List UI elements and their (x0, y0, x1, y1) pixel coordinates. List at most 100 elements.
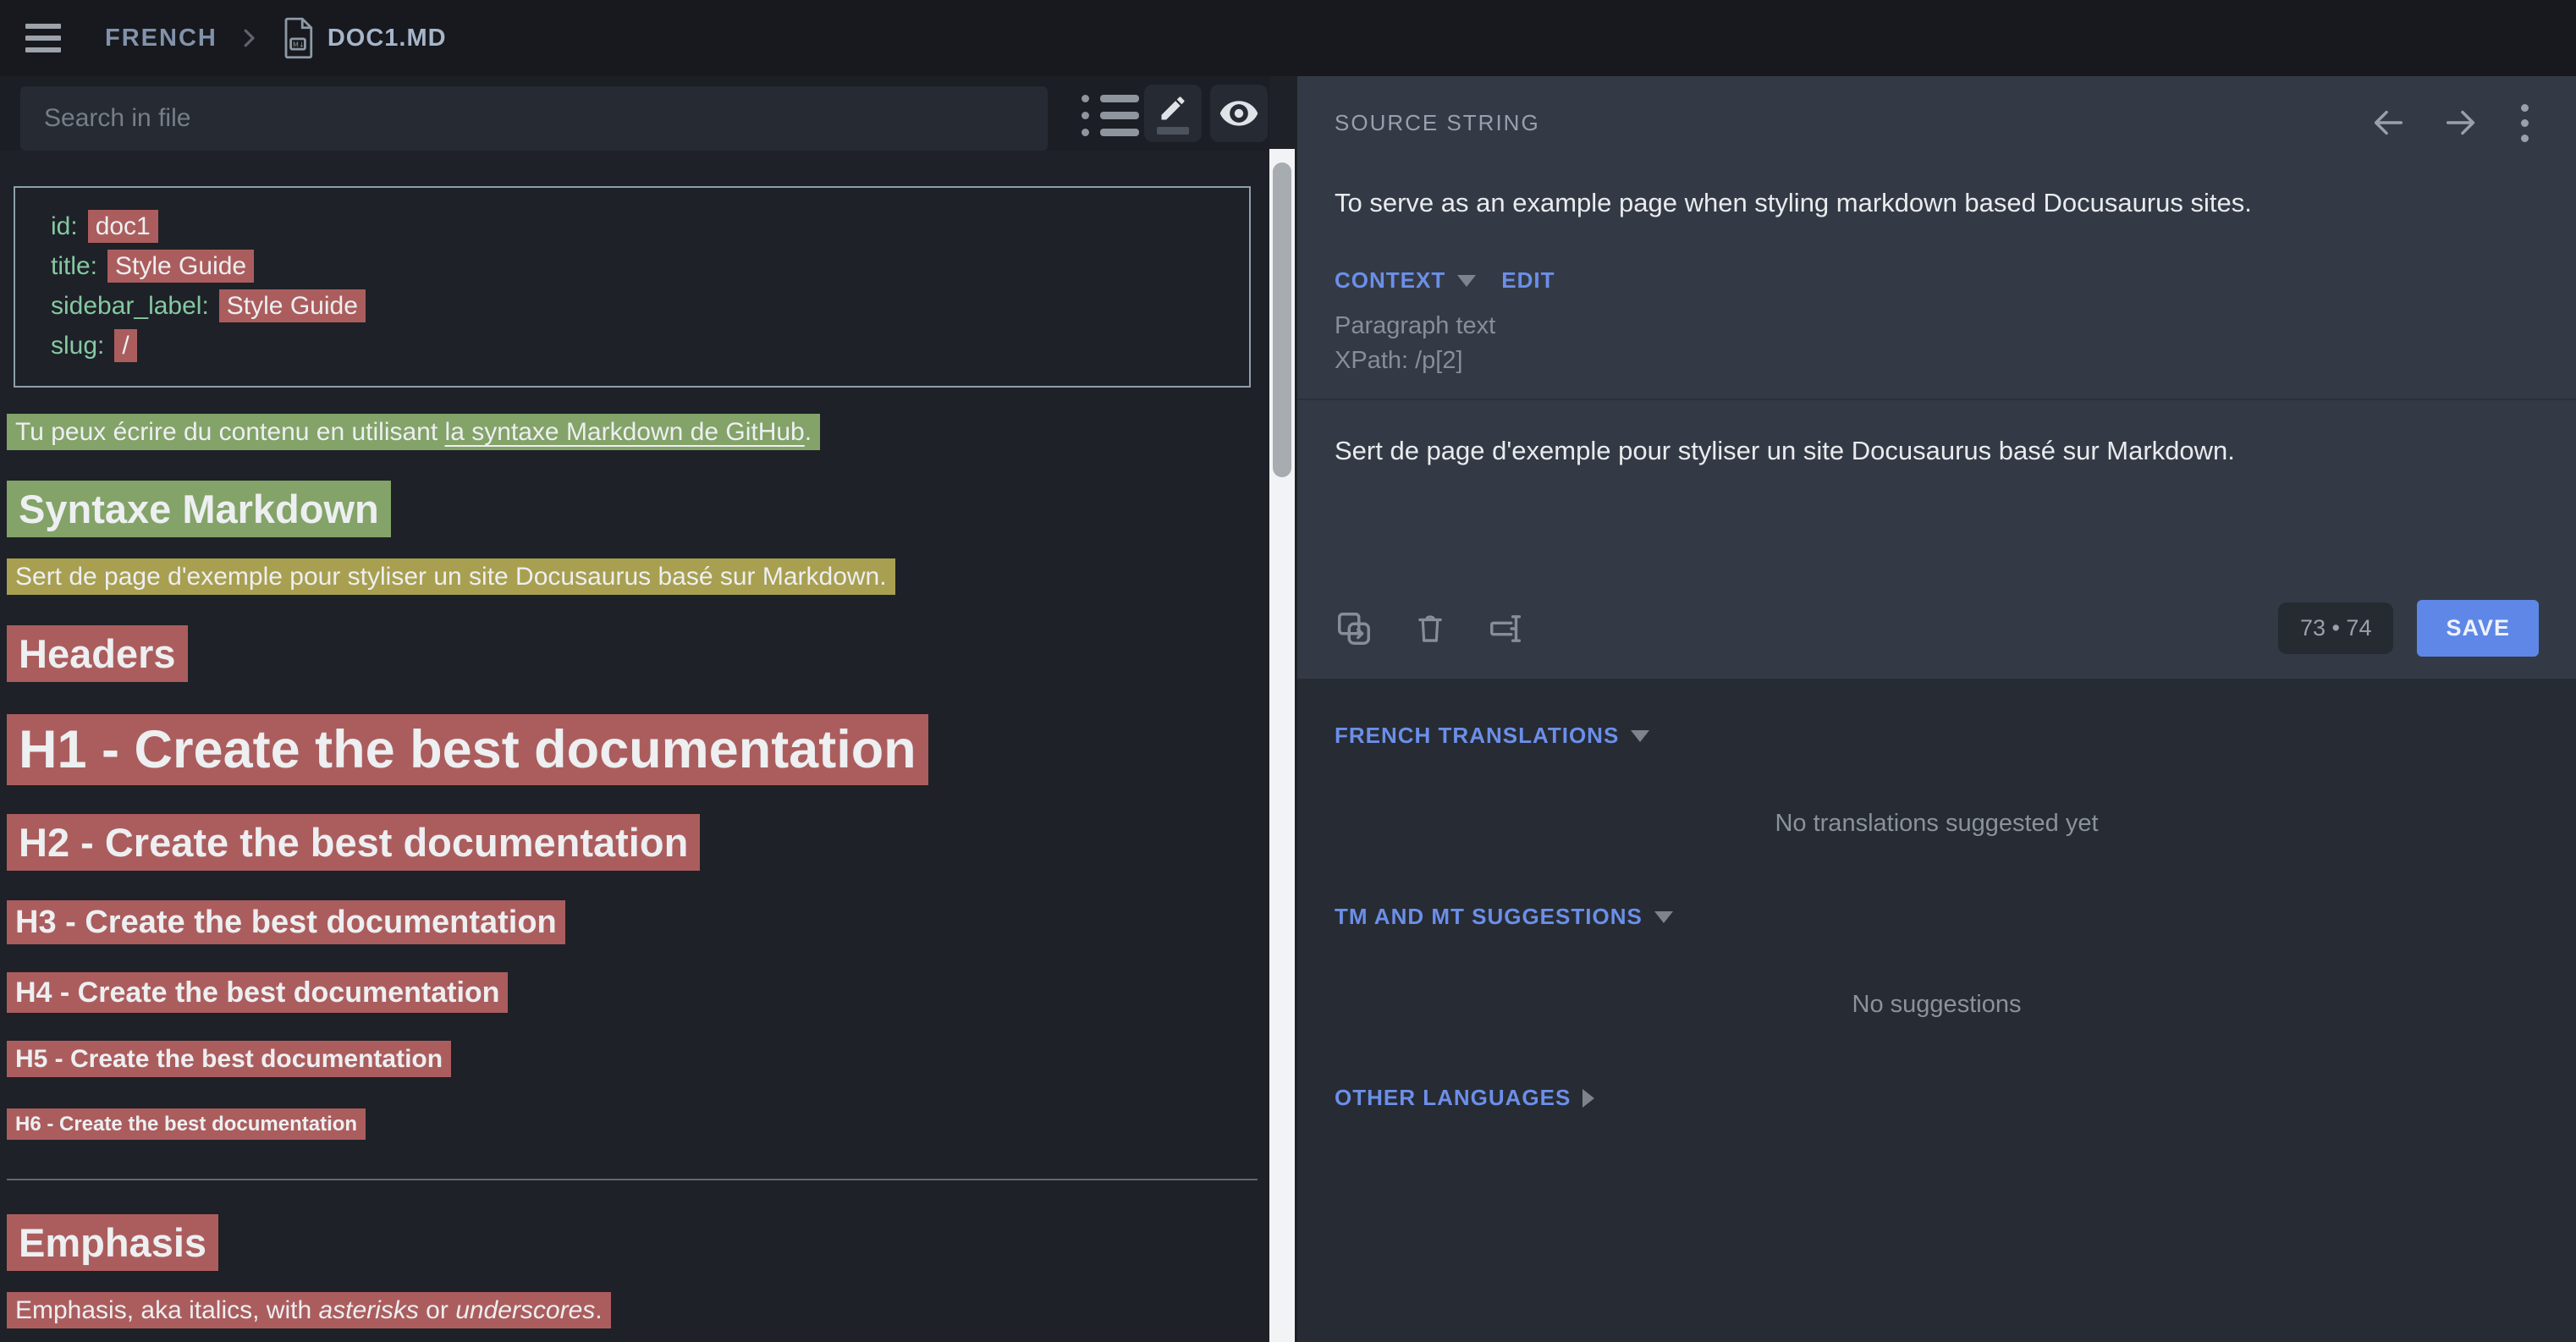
emphasis-text: . (595, 1296, 602, 1324)
string-navigation (2369, 103, 2535, 142)
toolbar-right: 73 • 74 SAVE (2278, 600, 2539, 657)
doc-heading-h6: H6 - Create the best documentation (7, 1113, 1269, 1136)
editor-tool-icons (1335, 609, 1526, 648)
search-input[interactable] (20, 86, 1048, 151)
source-string-text: To serve as an example page when styling… (1335, 188, 2539, 218)
delete-translation-icon[interactable] (1412, 609, 1448, 648)
frontmatter-value-string[interactable]: / (114, 329, 136, 362)
editor-toolbar: 73 • 74 SAVE (1335, 600, 2539, 657)
frontmatter-key: title: (51, 252, 97, 280)
emphasis-text: or (419, 1296, 455, 1324)
menu-icon[interactable] (25, 24, 61, 52)
frontmatter-value-string[interactable]: doc1 (88, 210, 158, 243)
doc-paragraph-emphasis: Emphasis, aka italics, with asterisks or… (7, 1296, 1269, 1325)
translatable-string[interactable]: Tu peux écrire du contenu en utilisant l… (7, 414, 820, 450)
frontmatter-line: title: Style Guide (51, 246, 1229, 286)
italic-word: asterisks (318, 1296, 418, 1324)
translatable-string[interactable]: H2 - Create the best documentation (7, 814, 700, 871)
document-panel: id: doc1 title: Style Guide sidebar_label:… (0, 76, 1269, 1342)
more-options-icon[interactable] (2514, 104, 2535, 142)
svg-text:M↓: M↓ (293, 41, 305, 49)
top-bar: FRENCH M↓ DOC1.MD (0, 0, 2576, 76)
translatable-string[interactable]: H3 - Create the best documentation (7, 900, 565, 944)
insert-text-field-icon[interactable] (1487, 609, 1526, 648)
frontmatter-key: id: (51, 212, 78, 240)
emphasis-text: Emphasis, aka italics, with (15, 1296, 318, 1324)
italic-word: underscores (455, 1296, 595, 1324)
frontmatter-block: id: doc1 title: Style Guide sidebar_label:… (14, 186, 1251, 388)
doc-heading-headers: Headers (7, 630, 1269, 677)
preview-mode-button[interactable] (1210, 85, 1268, 142)
translation-editor[interactable]: Sert de page d'exemple pour styliser un … (1335, 436, 2539, 466)
context-type-text: Paragraph text (1335, 312, 2539, 340)
editor-divider (1297, 399, 2576, 400)
pencil-icon (1156, 93, 1190, 124)
chevron-right-icon (236, 25, 261, 51)
doc-heading-h4: H4 - Create the best documentation (7, 976, 1269, 1009)
selected-translatable-string[interactable]: Sert de page d'exemple pour styliser un … (7, 558, 895, 595)
translations-empty-text: No translations suggested yet (1297, 810, 2576, 838)
translatable-string[interactable]: H5 - Create the best documentation (7, 1041, 451, 1077)
context-toggle[interactable]: CONTEXT (1335, 267, 1445, 294)
eye-icon (1218, 92, 1260, 135)
doc-heading-syntax: Syntaxe Markdown (7, 486, 1269, 532)
doc-horizontal-rule (7, 1179, 1258, 1180)
doc-paragraph-selected: Sert de page d'exemple pour styliser un … (7, 563, 1269, 591)
doc-heading-h5: H5 - Create the best documentation (7, 1045, 1269, 1074)
save-button[interactable]: SAVE (2417, 600, 2539, 657)
doc-heading-h1: H1 - Create the best documentation (7, 719, 1269, 780)
frontmatter-value-string[interactable]: Style Guide (107, 250, 254, 283)
suggestions-area: FRENCH TRANSLATIONS No translations sugg… (1297, 679, 2576, 1342)
section-other-languages[interactable]: OTHER LANGUAGES (1297, 1085, 2576, 1111)
intro-text: Tu peux écrire du contenu en utilisant (15, 418, 445, 446)
copy-source-icon[interactable] (1335, 609, 1373, 648)
chevron-down-icon (1654, 911, 1673, 923)
edit-mode-button[interactable] (1144, 85, 1202, 142)
translatable-string[interactable]: Emphasis (7, 1214, 218, 1271)
edit-mode-underline (1157, 127, 1189, 135)
markdown-syntax-link[interactable]: la syntaxe Markdown de GitHub (445, 418, 805, 446)
source-string-card: SOURCE STRING To serve as an example pag… (1297, 76, 2576, 679)
translatable-string[interactable]: H4 - Create the best documentation (7, 972, 508, 1013)
previous-string-icon[interactable] (2369, 103, 2408, 142)
translatable-string[interactable]: Headers (7, 625, 188, 682)
next-string-icon[interactable] (2441, 103, 2480, 142)
frontmatter-value-string[interactable]: Style Guide (219, 289, 366, 322)
translatable-string[interactable]: Syntaxe Markdown (7, 481, 391, 537)
translation-panel: SOURCE STRING To serve as an example pag… (1297, 76, 2576, 1342)
edit-context-button[interactable]: EDIT (1501, 267, 1555, 294)
panel-title: SOURCE STRING (1335, 110, 1540, 136)
char-count-badge: 73 • 74 (2278, 602, 2394, 654)
translatable-string[interactable]: Emphasis, aka italics, with asterisks or… (7, 1292, 611, 1328)
markdown-file-icon: M↓ (280, 17, 316, 59)
chevron-down-icon (1457, 275, 1476, 287)
intro-text-end: . (805, 418, 812, 446)
breadcrumb-file-name[interactable]: DOC1.MD (328, 25, 447, 52)
source-string-header: SOURCE STRING (1335, 103, 2539, 142)
frontmatter-line: slug: / (51, 326, 1229, 366)
frontmatter-key: sidebar_label: (51, 292, 209, 320)
section-label: TM AND MT SUGGESTIONS (1335, 904, 1643, 930)
section-label: FRENCH TRANSLATIONS (1335, 723, 1619, 749)
search-toolbar (0, 76, 1269, 151)
doc-heading-h2: H2 - Create the best documentation (7, 819, 1269, 866)
translatable-string[interactable]: H1 - Create the best documentation (7, 714, 928, 785)
document-scrollbar-thumb[interactable] (1273, 162, 1291, 477)
doc-heading-emphasis: Emphasis (7, 1219, 1269, 1266)
chevron-down-icon (1631, 730, 1649, 742)
section-french-translations[interactable]: FRENCH TRANSLATIONS (1297, 723, 2576, 749)
translatable-string[interactable]: H6 - Create the best documentation (7, 1108, 366, 1140)
frontmatter-key: slug: (51, 332, 104, 360)
doc-heading-h3: H3 - Create the best documentation (7, 905, 1269, 941)
section-tm-mt-suggestions[interactable]: TM AND MT SUGGESTIONS (1297, 904, 2576, 930)
doc-paragraph-intro: Tu peux écrire du contenu en utilisant l… (7, 418, 1269, 447)
frontmatter-line: id: doc1 (51, 206, 1229, 246)
section-label: OTHER LANGUAGES (1335, 1085, 1571, 1111)
frontmatter-line: sidebar_label: Style Guide (51, 286, 1229, 326)
context-xpath-text: XPath: /p[2] (1335, 347, 2539, 375)
suggestions-empty-text: No suggestions (1297, 991, 2576, 1019)
string-list-icon[interactable] (1082, 95, 1139, 136)
document-scrollbar-track[interactable] (1269, 149, 1295, 1342)
chevron-right-icon (1582, 1089, 1594, 1108)
breadcrumb-language[interactable]: FRENCH (105, 25, 217, 52)
